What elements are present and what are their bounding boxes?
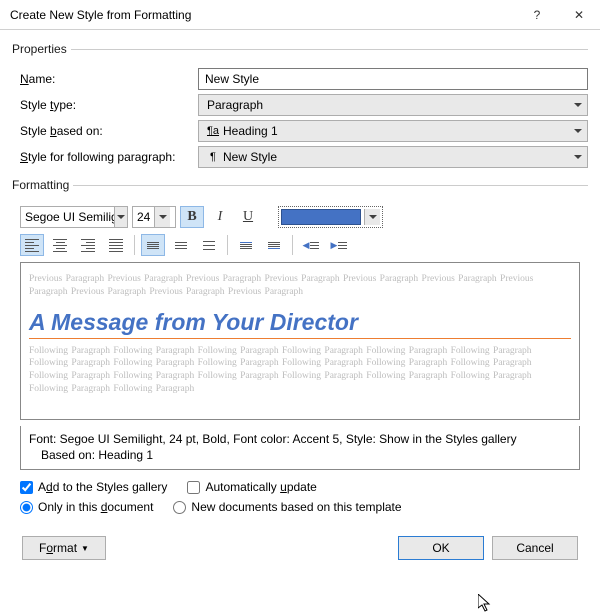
align-justify-icon [107, 237, 125, 254]
style-type-label: Style type: [12, 98, 192, 112]
underline-button[interactable]: U [236, 206, 260, 228]
dialog-title: Create New Style from Formatting [10, 8, 516, 22]
font-name-value: Segoe UI Semilight [21, 210, 114, 224]
preview-pane: Previous Paragraph Previous Paragraph Pr… [20, 262, 580, 420]
space-before-inc-button[interactable] [234, 234, 258, 256]
only-this-doc-radio[interactable]: Only in this document [20, 500, 153, 514]
dialog-body: Properties Name: Style type: Paragraph S… [0, 30, 600, 578]
properties-group: Properties Name: Style type: Paragraph S… [12, 42, 588, 172]
italic-button[interactable]: I [208, 206, 232, 228]
only-this-doc-input[interactable] [20, 501, 33, 514]
separator [292, 235, 293, 255]
properties-legend: Properties [12, 42, 71, 56]
line-spacing-single-icon [147, 242, 159, 249]
add-to-gallery-box[interactable] [20, 481, 33, 494]
preview-previous-text: Previous Paragraph Previous Paragraph Pr… [29, 273, 571, 299]
align-justify-button[interactable] [104, 234, 128, 256]
name-label: Name: [12, 72, 192, 86]
following-style-combo[interactable]: ¶ New Style [198, 146, 588, 168]
description-line2: Based on: Heading 1 [29, 448, 571, 464]
name-input[interactable] [198, 68, 588, 90]
style-type-value: Paragraph [205, 98, 569, 112]
following-style-value: New Style [221, 150, 569, 164]
description-line1: Font: Segoe UI Semilight, 24 pt, Bold, F… [29, 432, 571, 448]
auto-update-checkbox[interactable]: Automatically update [187, 480, 316, 494]
bold-icon: B [187, 209, 196, 225]
increase-indent-button[interactable]: ▶ [327, 234, 351, 256]
cancel-button[interactable]: Cancel [492, 536, 578, 560]
cursor-icon [478, 594, 496, 612]
auto-update-box[interactable] [187, 481, 200, 494]
align-left-button[interactable] [20, 234, 44, 256]
formatting-group: Formatting Segoe UI Semilight 24 B I U [12, 178, 588, 524]
line-spacing-single-button[interactable] [141, 234, 165, 256]
chevron-down-icon: ▼ [81, 544, 89, 553]
new-docs-template-radio[interactable]: New documents based on this template [173, 500, 401, 514]
chevron-down-icon [114, 207, 127, 227]
decrease-indent-icon: ◀ [303, 240, 320, 251]
help-button[interactable]: ? [516, 0, 558, 30]
new-docs-template-input[interactable] [173, 501, 186, 514]
style-description: Font: Segoe UI Semilight, 24 pt, Bold, F… [20, 426, 580, 470]
line-spacing-double-icon [203, 241, 215, 250]
preview-sample-text: A Message from Your Director [29, 309, 571, 336]
ok-button[interactable]: OK [398, 536, 484, 560]
align-right-button[interactable] [76, 234, 100, 256]
based-on-combo[interactable]: ¶a Heading 1 [198, 120, 588, 142]
align-right-icon [79, 237, 97, 254]
formatting-legend: Formatting [12, 178, 73, 192]
chevron-down-icon [569, 147, 587, 167]
chevron-down-icon [154, 207, 170, 227]
color-swatch-icon [281, 209, 361, 225]
line-spacing-mid-icon [175, 242, 187, 249]
align-center-button[interactable] [48, 234, 72, 256]
help-icon: ? [534, 8, 541, 22]
heading-icon: ¶a [205, 125, 221, 137]
decrease-indent-button[interactable]: ◀ [299, 234, 323, 256]
font-color-combo[interactable] [278, 206, 383, 228]
chevron-down-icon [364, 209, 380, 225]
space-before-dec-button[interactable] [262, 234, 286, 256]
preview-rule [29, 338, 571, 339]
separator [227, 235, 228, 255]
font-name-combo[interactable]: Segoe UI Semilight [20, 206, 128, 228]
font-size-combo[interactable]: 24 [132, 206, 176, 228]
bold-button[interactable]: B [180, 206, 204, 228]
align-left-icon [23, 237, 41, 254]
underline-icon: U [243, 209, 253, 225]
preview-following-text: Following Paragraph Following Paragraph … [29, 345, 571, 396]
font-size-value: 24 [133, 210, 154, 224]
line-spacing-double-button[interactable] [197, 234, 221, 256]
based-on-value: Heading 1 [221, 124, 569, 138]
titlebar: Create New Style from Formatting ? ✕ [0, 0, 600, 30]
button-bar: Format ▼ OK Cancel [12, 530, 588, 568]
add-to-gallery-checkbox[interactable]: Add to the Styles gallery [20, 480, 167, 494]
chevron-down-icon [569, 121, 587, 141]
increase-indent-icon: ▶ [331, 240, 348, 251]
close-button[interactable]: ✕ [558, 0, 600, 30]
style-type-combo[interactable]: Paragraph [198, 94, 588, 116]
based-on-label: Style based on: [12, 124, 192, 138]
following-style-label: Style for following paragraph: [12, 150, 192, 164]
space-before-dec-icon [268, 242, 280, 249]
paragraph-icon: ¶ [205, 151, 221, 163]
italic-icon: I [218, 209, 223, 225]
format-button[interactable]: Format ▼ [22, 536, 106, 560]
line-spacing-mid-button[interactable] [169, 234, 193, 256]
align-center-icon [51, 237, 69, 254]
close-icon: ✕ [574, 8, 584, 22]
chevron-down-icon [569, 95, 587, 115]
separator [134, 235, 135, 255]
space-before-inc-icon [240, 242, 252, 249]
